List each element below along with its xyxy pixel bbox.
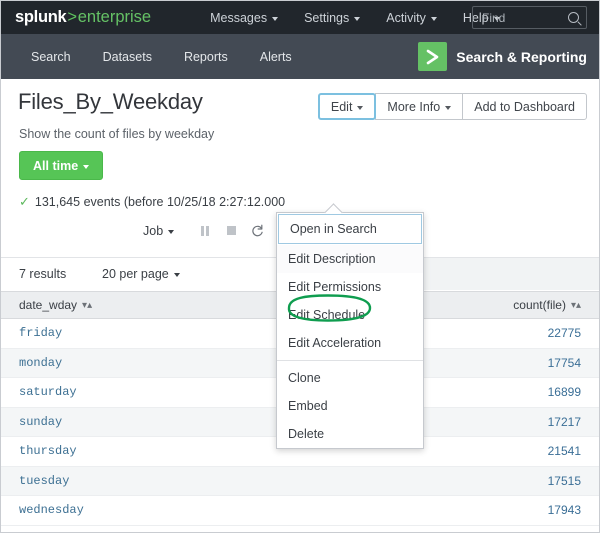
cell-count[interactable]: 17943 xyxy=(372,496,599,526)
menu-item-edit-permissions[interactable]: Edit Permissions xyxy=(277,273,423,301)
per-page-selector[interactable]: 20 per page xyxy=(102,267,180,281)
stop-icon[interactable] xyxy=(218,226,244,235)
more-info-button[interactable]: More Info xyxy=(375,93,463,120)
sort-icon: ▾▴ xyxy=(571,301,581,311)
time-range-label: All time xyxy=(33,159,78,173)
events-summary: ✓ 131,645 events (before 10/25/18 2:27:1… xyxy=(19,194,285,210)
menu-item-edit-acceleration[interactable]: Edit Acceleration xyxy=(277,329,423,357)
page-title: Files_By_Weekday xyxy=(18,89,203,115)
menu-item-delete[interactable]: Delete xyxy=(277,420,423,448)
menu-item-edit-description[interactable]: Edit Description xyxy=(277,245,423,273)
edit-button[interactable]: Edit xyxy=(318,93,377,120)
top-nav-items: Messages Settings Activity Help xyxy=(197,11,512,25)
menu-divider xyxy=(277,360,423,361)
app-name-label: Search & Reporting xyxy=(456,49,587,65)
menu-item-clone[interactable]: Clone xyxy=(277,364,423,392)
events-summary-text: 131,645 events (before 10/25/18 2:27:12.… xyxy=(35,195,285,209)
add-to-dashboard-label: Add to Dashboard xyxy=(474,100,575,114)
pause-glyph xyxy=(201,226,210,236)
sort-icon: ▾▴ xyxy=(82,301,92,311)
menu-item-embed[interactable]: Embed xyxy=(277,392,423,420)
edit-dropdown-menu: Open in Search Edit Description Edit Per… xyxy=(276,212,424,449)
cell-count[interactable]: 17515 xyxy=(372,466,599,496)
cell-date-wday[interactable]: tuesday xyxy=(1,466,372,496)
chevron-down-icon xyxy=(83,165,89,169)
per-page-label: 20 per page xyxy=(102,267,169,281)
top-nav-messages-label: Messages xyxy=(210,11,267,25)
table-row[interactable]: tuesday 17515 xyxy=(1,466,599,496)
menu-item-edit-schedule[interactable]: Edit Schedule xyxy=(277,301,423,329)
add-to-dashboard-button[interactable]: Add to Dashboard xyxy=(462,93,587,120)
top-nav-settings-label: Settings xyxy=(304,11,349,25)
app-identity[interactable]: Search & Reporting xyxy=(418,34,587,79)
chevron-down-icon xyxy=(354,17,360,21)
top-nav-activity-label: Activity xyxy=(386,11,426,25)
report-content: Files_By_Weekday Show the count of files… xyxy=(1,79,599,533)
results-count: 7 results xyxy=(19,267,66,281)
app-nav-datasets[interactable]: Datasets xyxy=(87,50,168,64)
app-nav-bar: Search Datasets Reports Alerts Search & … xyxy=(1,34,599,79)
app-nav-items: Search Datasets Reports Alerts xyxy=(15,50,308,64)
top-nav-activity[interactable]: Activity xyxy=(373,11,450,25)
app-nav-search[interactable]: Search xyxy=(15,50,87,64)
top-nav-messages[interactable]: Messages xyxy=(197,11,291,25)
page-description: Show the count of files by weekday xyxy=(19,127,214,141)
splunk-logo[interactable]: splunk>enterprise xyxy=(15,8,151,27)
table-row[interactable]: wednesday 17943 xyxy=(1,496,599,526)
logo-splunk-text: splunk xyxy=(15,8,66,27)
check-icon: ✓ xyxy=(19,194,30,210)
column-header-date-wday-label: date_wday xyxy=(19,298,77,312)
more-info-button-label: More Info xyxy=(387,100,440,114)
menu-item-open-in-search[interactable]: Open in Search xyxy=(278,214,422,244)
find-search-box[interactable] xyxy=(472,6,587,29)
cell-date-wday[interactable]: wednesday xyxy=(1,496,372,526)
logo-chevron-text: > xyxy=(66,8,77,27)
time-range-picker[interactable]: All time xyxy=(19,151,103,180)
stop-glyph xyxy=(227,226,236,235)
chevron-down-icon xyxy=(174,273,180,277)
top-nav-settings[interactable]: Settings xyxy=(291,11,373,25)
app-nav-reports[interactable]: Reports xyxy=(168,50,244,64)
logo-enterprise-text: enterprise xyxy=(78,8,151,27)
global-top-nav-bar: splunk>enterprise Messages Settings Acti… xyxy=(1,1,599,34)
splunk-chevron-icon xyxy=(418,42,447,71)
job-controls: Job xyxy=(143,223,270,238)
chevron-down-icon xyxy=(431,17,437,21)
splunk-report-page: splunk>enterprise Messages Settings Acti… xyxy=(0,0,600,533)
edit-button-label: Edit xyxy=(331,100,353,114)
chevron-down-icon xyxy=(445,106,451,110)
chevron-down-icon xyxy=(272,17,278,21)
column-header-count-file-label: count(file) xyxy=(513,298,566,312)
app-nav-alerts[interactable]: Alerts xyxy=(244,50,308,64)
find-input[interactable] xyxy=(480,10,564,26)
job-menu-button[interactable]: Job xyxy=(143,224,192,238)
chevron-down-icon xyxy=(357,106,363,110)
refresh-icon[interactable] xyxy=(244,223,270,238)
search-icon xyxy=(568,12,579,23)
job-menu-label: Job xyxy=(143,224,163,238)
report-action-buttons: Edit More Info Add to Dashboard xyxy=(318,93,587,120)
pause-icon[interactable] xyxy=(192,226,218,236)
chevron-down-icon xyxy=(168,230,174,234)
